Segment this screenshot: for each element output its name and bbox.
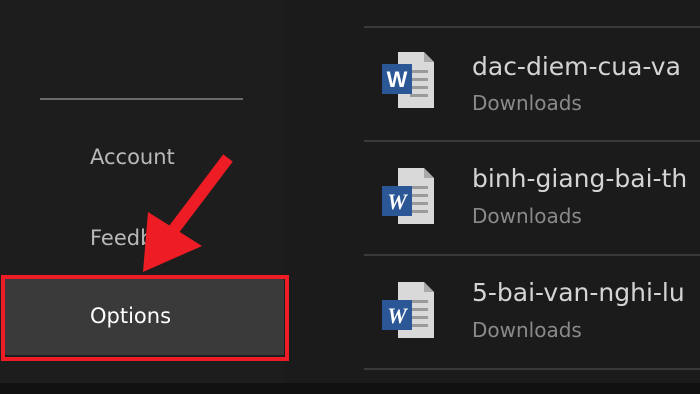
- file-name: 5-bai-van-nghi-lu: [472, 278, 685, 307]
- file-location: Downloads: [472, 204, 582, 228]
- file-row[interactable]: W dac-diem-cua-va Downloads: [284, 28, 700, 140]
- word-document-icon: W: [382, 282, 434, 338]
- svg-text:W: W: [387, 189, 408, 214]
- svg-text:W: W: [387, 67, 408, 92]
- backstage-sidebar: Account Feedb Options: [0, 0, 285, 394]
- bottom-edge: [0, 383, 700, 394]
- file-location: Downloads: [472, 91, 582, 115]
- row-divider: [364, 368, 700, 370]
- sidebar-item-options[interactable]: Options: [3, 277, 285, 355]
- word-document-icon: W: [382, 168, 434, 224]
- sidebar-item-feedback[interactable]: Feedb: [0, 208, 284, 268]
- recent-files-list: W dac-diem-cua-va Downloads W binh-giang…: [284, 0, 700, 394]
- svg-text:W: W: [387, 303, 408, 328]
- sidebar-item-account[interactable]: Account: [0, 127, 284, 187]
- file-location: Downloads: [472, 318, 582, 342]
- sidebar-divider: [40, 98, 243, 100]
- file-row[interactable]: W 5-bai-van-nghi-lu Downloads: [284, 256, 700, 368]
- screen: Account Feedb Options W dac-diem-cua-va …: [0, 0, 700, 394]
- file-name: binh-giang-bai-th: [472, 164, 688, 193]
- word-document-icon: W: [382, 52, 434, 108]
- file-row[interactable]: W binh-giang-bai-th Downloads: [284, 142, 700, 254]
- file-name: dac-diem-cua-va: [472, 52, 681, 81]
